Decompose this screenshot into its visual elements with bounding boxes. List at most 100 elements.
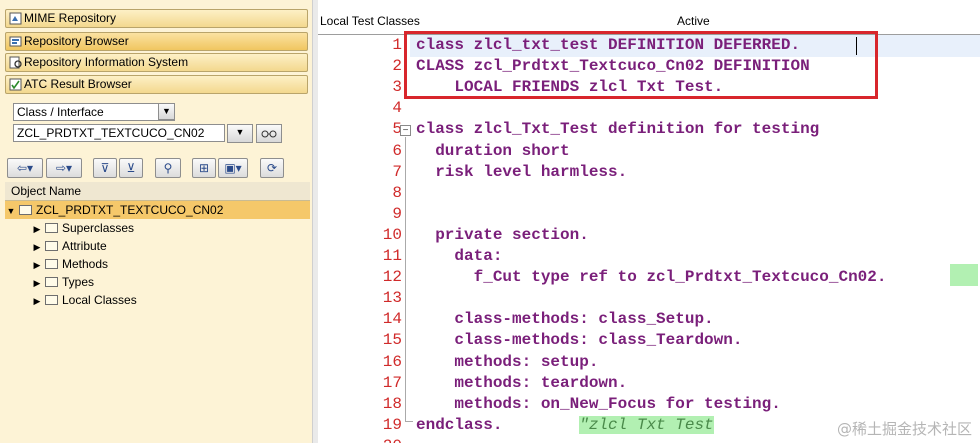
code-line: class-methods: class_Teardown. [416, 331, 742, 349]
collapse-up-icon[interactable]: ⊽ [93, 158, 117, 178]
collapsed-arrow-icon[interactable]: ▶ [31, 256, 43, 274]
folder-icon [45, 277, 58, 287]
editor-header: Local Test Classes Active [318, 0, 980, 34]
tree-item-label: Methods [62, 257, 109, 271]
line-number: 17 [382, 374, 402, 392]
code-line: private section. [416, 226, 589, 244]
object-name-input[interactable]: ZCL_PRDTXT_TEXTCUCO_CN02 [13, 124, 225, 142]
fold-toggle-icon[interactable]: − [400, 125, 411, 136]
folder-icon [19, 205, 32, 215]
expand-down-icon[interactable]: ⊻ [119, 158, 143, 178]
navigation-panel: MIME Repository Repository Browser Repos… [0, 0, 312, 443]
repository-information-system-label: Repository Information System [24, 55, 189, 69]
tree-item-label: Types [62, 275, 95, 289]
code-text: class-methods: class_Setup. [416, 310, 714, 328]
code-text: duration short [416, 142, 570, 160]
code-text: methods: setup. [416, 353, 599, 371]
object-type-value: Class / Interface [17, 105, 104, 119]
chevron-down-icon[interactable]: ▼ [158, 103, 175, 120]
settings-menu-icon[interactable]: ▣▾ [218, 158, 248, 178]
repository-information-system-button[interactable]: Repository Information System [5, 53, 308, 72]
folder-icon [45, 295, 58, 305]
collapsed-arrow-icon[interactable]: ▶ [31, 238, 43, 256]
code-line: class zlcl_Txt_Test definition for testi… [416, 120, 819, 138]
line-number: 18 [382, 395, 402, 413]
collapsed-arrow-icon[interactable]: ▶ [31, 292, 43, 310]
collapsed-arrow-icon[interactable]: ▶ [31, 220, 43, 238]
code-line: f_Cut type ref to zcl_Prdtxt_Textcuco_Cn… [416, 268, 887, 286]
line-number: 5 [392, 120, 402, 138]
fold-guide-line [405, 137, 406, 422]
expanded-arrow-icon[interactable]: ▼ [5, 202, 17, 220]
code-text: methods: teardown. [416, 374, 628, 392]
repository-browser-button[interactable]: Repository Browser [5, 32, 308, 51]
line-number-gutter: 1234567891011121314151617181920 [338, 35, 402, 443]
binoculars-icon[interactable]: ⚲ [155, 158, 181, 178]
code-line: endclass. "zlcl Txt Test [416, 416, 714, 434]
tree-item-label: Attribute [62, 239, 107, 253]
line-number: 7 [392, 163, 402, 181]
line-number: 8 [392, 184, 402, 202]
folder-icon [45, 223, 58, 233]
code-text: f_Cut type ref to zcl_Prdtxt_Textcuco_Cn… [416, 268, 887, 286]
code-line: duration short [416, 142, 570, 160]
line-number: 11 [382, 247, 402, 265]
annotation-red-box [404, 31, 878, 99]
object-type-select[interactable]: Class / Interface ▼ [13, 103, 175, 121]
tree-item-superclasses[interactable]: ▶ Superclasses [31, 219, 135, 238]
mime-repository-label: MIME Repository [24, 11, 117, 25]
tree-item-local-classes[interactable]: ▶ Local Classes [31, 291, 137, 309]
code-text: data: [416, 247, 503, 265]
object-name-value: ZCL_PRDTXT_TEXTCUCO_CN02 [17, 126, 205, 140]
tree-item-label: Superclasses [62, 221, 135, 235]
line-number: 1 [392, 36, 402, 54]
watermark: @稀土掘金技术社区 [836, 420, 972, 438]
atc-result-browser-label: ATC Result Browser [24, 77, 132, 91]
code-line: methods: on_New_Focus for testing. [416, 395, 781, 413]
line-number: 9 [392, 205, 402, 223]
tree-root-label: ZCL_PRDTXT_TEXTCUCO_CN02 [36, 203, 224, 217]
code-line: methods: setup. [416, 353, 598, 371]
atc-icon [9, 78, 22, 91]
code-text: endclass. [416, 416, 503, 434]
refresh-icon[interactable]: ⟳ [260, 158, 284, 178]
line-number: 14 [382, 310, 402, 328]
tree-item-methods[interactable]: ▶ Methods [31, 255, 109, 274]
code-line: methods: teardown. [416, 374, 627, 392]
line-number: 20 [338, 437, 402, 443]
line-number: 13 [382, 289, 402, 307]
tree-root-node[interactable]: ▼ ZCL_PRDTXT_TEXTCUCO_CN02 [5, 201, 310, 219]
repository-browser-icon [9, 36, 22, 47]
fold-guide-end [405, 421, 413, 422]
line-number: 16 [382, 353, 402, 371]
code-text: class-methods: class_Teardown. [416, 331, 743, 349]
line-number: 15 [382, 331, 402, 349]
editor-tab-label: Local Test Classes [320, 14, 420, 28]
line-number: 2 [392, 57, 402, 75]
tree-item-attribute[interactable]: ▶ Attribute [31, 237, 107, 255]
folder-icon [45, 241, 58, 251]
mime-icon [9, 12, 22, 25]
code-spacer [502, 416, 579, 434]
collapsed-arrow-icon[interactable]: ▶ [31, 274, 43, 292]
tree-item-types[interactable]: ▶ Types [31, 273, 94, 291]
code-editor[interactable]: 1234567891011121314151617181920 − class … [318, 31, 980, 443]
mime-repository-button[interactable]: MIME Repository [5, 9, 308, 28]
line-number: 10 [382, 226, 402, 244]
object-tree: ▼ ZCL_PRDTXT_TEXTCUCO_CN02 ▶ Superclasses … [5, 201, 310, 443]
forward-arrow-icon[interactable]: ⇨▾ [46, 158, 82, 178]
code-text: private section. [416, 226, 589, 244]
display-glasses-icon[interactable] [256, 124, 282, 143]
line-number: 12 [382, 268, 402, 286]
back-arrow-icon[interactable]: ⇦▾ [7, 158, 43, 178]
tree-item-label: Local Classes [62, 293, 137, 307]
atc-result-browser-button[interactable]: ATC Result Browser [5, 75, 308, 94]
code-text: class zlcl_Txt_Test definition for testi… [416, 120, 820, 138]
object-name-dropdown-button[interactable]: ▼ [227, 124, 253, 143]
repository-browser-label: Repository Browser [24, 34, 129, 48]
editor-panel: Local Test Classes Active 1 2 3 4 5 6 7 8 9 10 11 1… [318, 0, 980, 443]
code-text: methods: on_New_Focus for testing. [416, 395, 781, 413]
code-line: risk level harmless. [416, 163, 627, 181]
hierarchy-icon[interactable]: ⊞ [192, 158, 216, 178]
editor-status: Active [677, 14, 710, 28]
